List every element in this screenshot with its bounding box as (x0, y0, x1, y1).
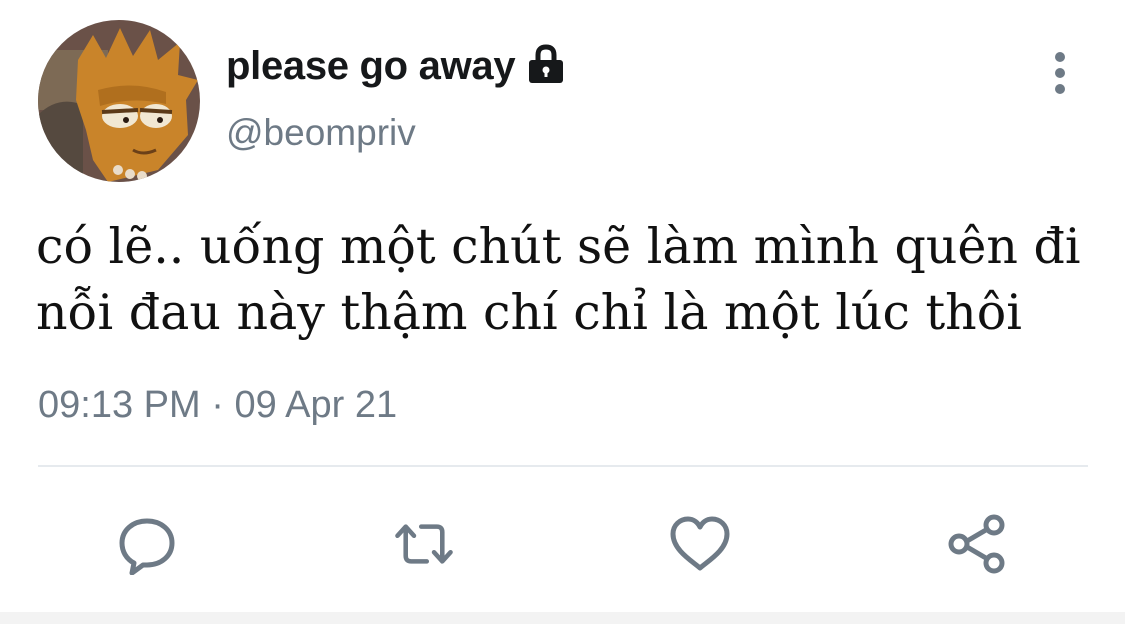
display-name[interactable]: please go away (226, 44, 516, 89)
heart-icon (670, 516, 730, 571)
retweet-button[interactable] (392, 512, 456, 576)
reply-icon (119, 518, 175, 575)
display-name-row[interactable]: please go away (226, 38, 567, 94)
retweet-icon (395, 524, 453, 564)
timestamp-separator: · (211, 384, 224, 426)
tweet-timestamp[interactable]: 09:13 PM · 09 Apr 21 (38, 384, 397, 427)
avatar[interactable] (38, 20, 200, 182)
more-vertical-icon (1055, 52, 1065, 94)
tweet-date: 09 Apr 21 (234, 384, 398, 426)
like-button[interactable] (668, 512, 732, 576)
tweet-time: 09:13 PM (38, 384, 201, 426)
bottom-border (0, 612, 1125, 624)
tweet-card: please go away @beompriv có lẽ.. uống mộ… (0, 0, 1125, 624)
tweet-text: có lẽ.. uống một chút sẽ làm mình quên đ… (36, 214, 1096, 346)
tweet-text-line: có lẽ.. uống một chút sẽ làm mình quên đ… (36, 218, 1081, 275)
lock-icon (525, 43, 567, 85)
reply-button[interactable] (115, 512, 179, 576)
share-button[interactable] (945, 512, 1009, 576)
tweet-text-line: nỗi đau này thậm chí chỉ là một lúc thôi (36, 284, 1022, 341)
divider (38, 465, 1088, 467)
user-handle[interactable]: @beompriv (226, 112, 416, 154)
avatar-image (38, 20, 200, 182)
share-icon (948, 514, 1005, 574)
more-options-button[interactable] (1040, 48, 1080, 98)
